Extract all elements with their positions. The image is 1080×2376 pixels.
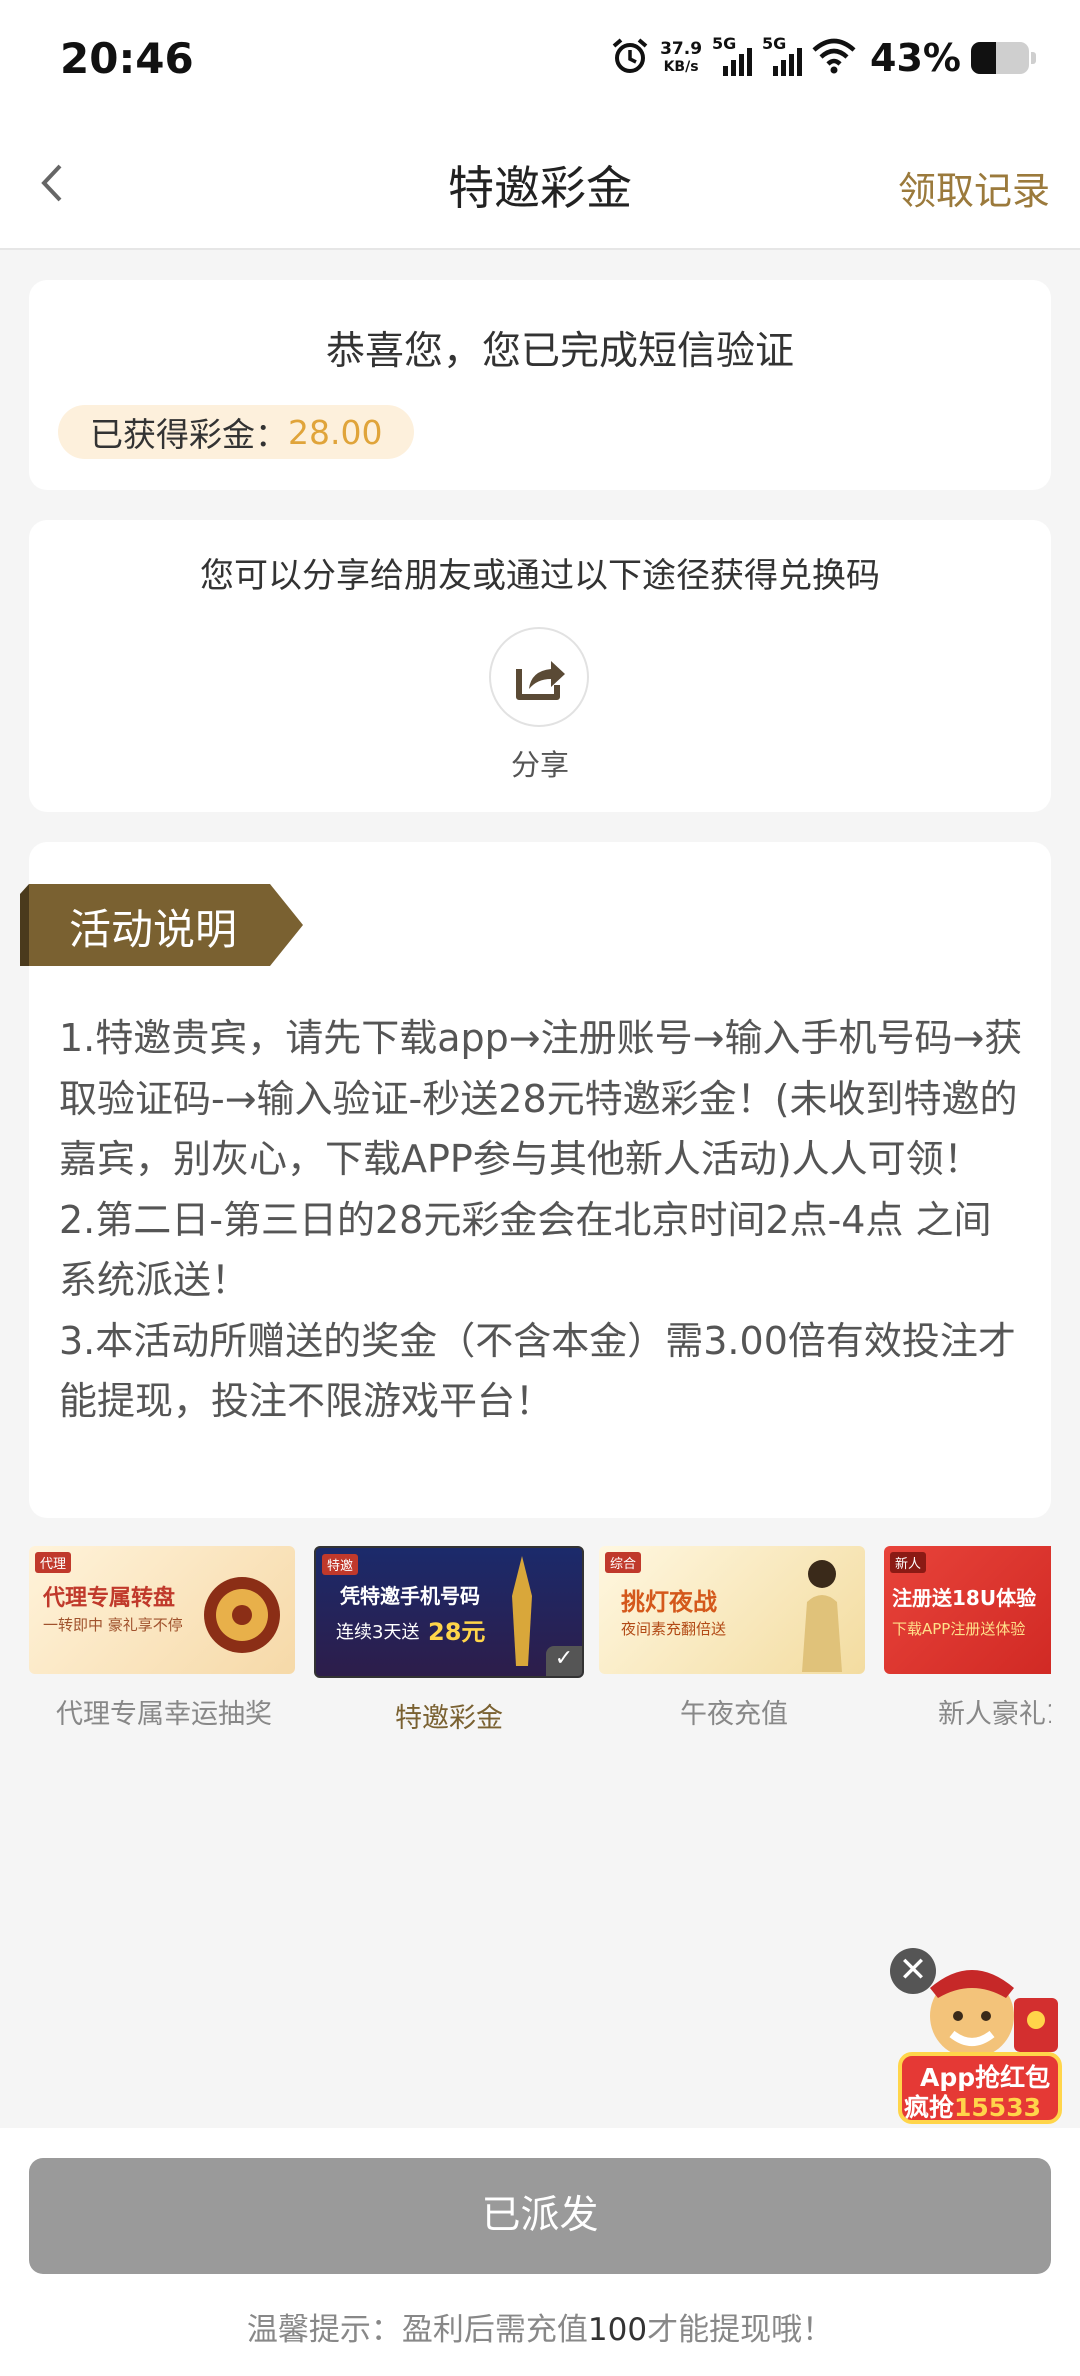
tab-thumbnail: 新人 注册送18U体验 下载APP注册送体验 [884,1546,1051,1674]
wifi-icon [812,38,856,78]
tab-label: 代理专属幸运抽奖 [56,1699,272,1730]
bottom-bar: 已派发 温馨提示：盈利后需充值100才能提现哦！ [0,2128,1080,2376]
thumb-tag: 代理 [35,1552,72,1573]
battery-cap [1031,52,1036,64]
network-speed: 37.9 KB/s [660,40,702,76]
thumb-amount: 28元 [428,1618,486,1646]
tab-thumbnail: 代理 代理专属转盘 一转即中 豪礼享不停 [29,1546,295,1674]
roulette-icon [204,1577,280,1653]
tab-label: 新人豪礼18U [937,1699,1051,1730]
share-button[interactable] [489,627,589,727]
thumb-headline: 凭特邀手机号码 [340,1584,480,1608]
rule-item: 1.特邀贵宾，请先下载app→注册账号→输入手机号码→获取验证码-→输入验证-秒… [59,1016,1023,1181]
close-icon[interactable]: ✕ [890,1948,936,1994]
share-label: 分享 [510,748,569,782]
rules-text: 1.特邀贵宾，请先下载app→注册账号→输入手机号码→获取验证码-→输入验证-秒… [59,1008,1023,1432]
thumb-headline: 注册送18U体验 [892,1586,1037,1610]
tip-number: 100 [587,2312,648,2348]
rules-card: 活动说明 1.特邀贵宾，请先下载app→注册账号→输入手机号码→获取验证码-→输… [20,842,1051,1518]
rule-item: 3.本活动所赠送的奖金（不含本金）需3.00倍有效投注才能提现，投注不限游戏平台… [59,1318,1016,1424]
float-line2-prefix: 疯抢 [904,2093,955,2122]
tab-newcomer-gift[interactable]: 新人 注册送18U体验 下载APP注册送体验 新人豪礼18U [884,1546,1051,1731]
thumb-sub: 连续3天送 [336,1622,420,1643]
thumb-tag: 新人 [890,1552,927,1573]
tower-icon [512,1556,532,1666]
thumb-headline: 挑灯夜战 [621,1588,717,1616]
earned-amount: 28.00 [288,412,383,452]
share-prompt: 您可以分享给朋友或通过以下途径获得兑换码 [200,556,880,596]
tab-label: 午夜充值 [680,1699,788,1730]
model-figure-icon [802,1560,842,1672]
status-bar: 20:46 37.9 KB/s 5G 5G 43% [0,0,1080,118]
tab-thumbnail: 综合 挑灯夜战 夜间素充翻倍送 [599,1546,865,1674]
claim-record-link[interactable]: 领取记录 [898,160,1050,215]
network-speed-unit: KB/s [663,59,699,75]
float-line2-number: 15533 [954,2093,1041,2122]
earned-label: 已获得彩金： [90,415,288,454]
thumb-tag: 特邀 [322,1554,359,1575]
checkmark-icon: ✓ [546,1646,582,1676]
rules-header: 活动说明 [69,905,238,954]
tip-suffix: 才能提现哦！ [647,2312,834,2348]
signal-icon-sim1: 5G [712,34,753,78]
tip-prefix: 温馨提示：盈利后需充值 [246,2312,588,2348]
activity-tabs: 代理 代理专属转盘 一转即中 豪礼享不停 代理专属幸运抽奖 特邀 凭特邀手机号码… [29,1546,1051,1741]
verification-card: 恭喜您，您已完成短信验证 已获得彩金： 28.00 [29,280,1051,490]
red-envelope-float[interactable]: App抢红包 疯抢15533 ✕ [890,1948,1066,2124]
network-speed-value: 37.9 [660,39,703,59]
tab-thumbnail: 特邀 凭特邀手机号码 连续3天送 28元 ✓ [314,1546,584,1678]
status-icons: 37.9 KB/s 5G 5G 43% [610,30,1036,86]
float-line2: 疯抢15533 [904,2088,1041,2124]
share-card: 您可以分享给朋友或通过以下途径获得兑换码 分享 [29,520,1051,812]
battery-percent: 43% [870,36,961,80]
thumb-tag: 综合 [605,1552,642,1573]
alarm-icon [610,36,650,80]
rule-item: 2.第二日-第三日的28元彩金会在北京时间2点-4点 之间系统派送！ [59,1197,992,1303]
earned-bonus-badge: 已获得彩金： 28.00 [58,405,415,459]
tab-agent-lucky-draw[interactable]: 代理 代理专属转盘 一转即中 豪礼享不停 代理专属幸运抽奖 [29,1546,299,1731]
verification-message: 恭喜您，您已完成短信验证 [325,329,794,374]
thumb-headline: 代理专属转盘 [43,1586,176,1611]
tab-midnight-recharge[interactable]: 综合 挑灯夜战 夜间素充翻倍送 午夜充值 [599,1546,869,1731]
nav-bar: 特邀彩金 领取记录 [0,118,1080,250]
dispatched-button[interactable]: 已派发 [29,2158,1051,2274]
thumb-sub: 一转即中 豪礼享不停 [43,1616,183,1634]
battery-icon [971,42,1029,74]
share-icon [516,661,565,700]
tab-special-bonus[interactable]: 特邀 凭特邀手机号码 连续3天送 28元 ✓ 特邀彩金 [314,1546,584,1735]
thumb-sub: 下载APP注册送体验 [892,1620,1026,1638]
warm-tip: 温馨提示：盈利后需充值100才能提现哦！ [0,2304,1080,2349]
status-time: 20:46 [60,34,194,83]
thumb-sub: 夜间素充翻倍送 [621,1620,727,1638]
signal-icon-sim2: 5G [762,34,803,78]
tab-label: 特邀彩金 [395,1703,503,1734]
